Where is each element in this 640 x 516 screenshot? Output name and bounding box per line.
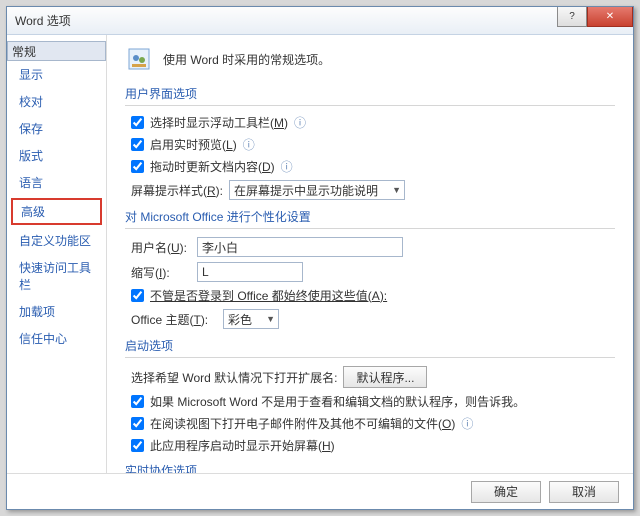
nav-sidebar: 常规显示校对保存版式语言高级自定义功能区快速访问工具栏加载项信任中心 <box>7 35 107 473</box>
initials-input[interactable] <box>197 262 303 282</box>
opt-tipstyle: 屏幕提示样式(R): 在屏幕提示中显示功能说明▼ <box>125 180 615 200</box>
minibar-label: 选择时显示浮动工具栏(M) <box>150 114 288 131</box>
main-panel: 使用 Word 时采用的常规选项。 用户界面选项 选择时显示浮动工具栏(M) ⓘ… <box>107 35 633 473</box>
tipstyle-select[interactable]: 在屏幕提示中显示功能说明▼ <box>229 180 405 200</box>
username-label: 用户名(U): <box>131 239 191 256</box>
row-always: 不管是否登录到 Office 都始终使用这些值(A): <box>125 287 615 304</box>
header-text: 使用 Word 时采用的常规选项。 <box>163 51 330 68</box>
nav-item-5[interactable]: 语言 <box>7 169 106 196</box>
close-button[interactable]: ✕ <box>587 7 633 27</box>
initials-label: 缩写(I): <box>131 264 191 281</box>
tipstyle-label: 屏幕提示样式(R): <box>131 182 223 199</box>
preview-label: 启用实时预览(L) <box>150 136 237 153</box>
nav-item-3[interactable]: 保存 <box>7 115 106 142</box>
section-collab-title: 实时协作选项 <box>125 462 615 473</box>
row-notdefault: 如果 Microsoft Word 不是用于查看和编辑文档的默认程序，则告诉我。 <box>125 393 615 410</box>
opt-minibar: 选择时显示浮动工具栏(M) ⓘ <box>125 114 615 131</box>
always-label: 不管是否登录到 Office 都始终使用这些值(A): <box>150 287 387 304</box>
reading-checkbox[interactable] <box>131 417 144 430</box>
opt-preview: 启用实时预览(L) ⓘ <box>125 136 615 153</box>
theme-select[interactable]: 彩色▼ <box>223 309 279 329</box>
row-theme: Office 主题(T): 彩色▼ <box>125 309 615 329</box>
nav-item-7[interactable]: 自定义功能区 <box>7 227 106 254</box>
minibar-checkbox[interactable] <box>131 116 144 129</box>
help-button[interactable]: ? <box>557 7 587 27</box>
chevron-down-icon: ▼ <box>266 314 275 324</box>
default-programs-button[interactable]: 默认程序... <box>343 366 427 388</box>
info-icon[interactable]: ⓘ <box>461 415 473 432</box>
nav-item-9[interactable]: 加载项 <box>7 298 106 325</box>
preview-checkbox[interactable] <box>131 138 144 151</box>
section-startup: 启动选项 选择希望 Word 默认情况下打开扩展名: 默认程序... 如果 Mi… <box>125 337 615 454</box>
startscreen-checkbox[interactable] <box>131 439 144 452</box>
drag-checkbox[interactable] <box>131 160 144 173</box>
section-ui-title: 用户界面选项 <box>125 85 615 106</box>
section-collab: 实时协作选项 当与其他人合作时，我想自动共享我的更改: 询问我▼ 在状态标志上显… <box>125 462 615 473</box>
row-startscreen: 此应用程序启动时显示开始屏幕(H) <box>125 437 615 454</box>
info-icon[interactable]: ⓘ <box>294 114 306 131</box>
row-initials: 缩写(I): <box>125 262 615 282</box>
cancel-button[interactable]: 取消 <box>549 481 619 503</box>
startscreen-label: 此应用程序启动时显示开始屏幕(H) <box>150 437 335 454</box>
nav-item-6[interactable]: 高级 <box>11 198 102 225</box>
reading-label: 在阅读视图下打开电子邮件附件及其他不可编辑的文件(O) <box>150 415 455 432</box>
section-pers-title: 对 Microsoft Office 进行个性化设置 <box>125 208 615 229</box>
options-dialog: Word 选项 ? ✕ 常规显示校对保存版式语言高级自定义功能区快速访问工具栏加… <box>6 6 634 510</box>
nav-item-0[interactable]: 常规 <box>7 41 106 61</box>
row-username: 用户名(U): <box>125 237 615 257</box>
always-checkbox[interactable] <box>131 289 144 302</box>
drag-label: 拖动时更新文档内容(D) <box>150 158 275 175</box>
opt-drag: 拖动时更新文档内容(D) ⓘ <box>125 158 615 175</box>
theme-label: Office 主题(T): <box>131 311 217 328</box>
notdefault-label: 如果 Microsoft Word 不是用于查看和编辑文档的默认程序，则告诉我。 <box>150 393 525 410</box>
ok-button[interactable]: 确定 <box>471 481 541 503</box>
window-title: Word 选项 <box>15 12 71 29</box>
row-reading: 在阅读视图下打开电子邮件附件及其他不可编辑的文件(O) ⓘ <box>125 415 615 432</box>
header-icon <box>125 45 153 73</box>
section-ui: 用户界面选项 选择时显示浮动工具栏(M) ⓘ 启用实时预览(L) ⓘ 拖动时更新… <box>125 85 615 200</box>
titlebar: Word 选项 ? ✕ <box>7 7 633 35</box>
chevron-down-icon: ▼ <box>392 185 401 195</box>
nav-item-2[interactable]: 校对 <box>7 88 106 115</box>
notdefault-checkbox[interactable] <box>131 395 144 408</box>
username-input[interactable] <box>197 237 403 257</box>
row-ext: 选择希望 Word 默认情况下打开扩展名: 默认程序... <box>125 366 615 388</box>
header: 使用 Word 时采用的常规选项。 <box>125 45 615 73</box>
info-icon[interactable]: ⓘ <box>243 136 255 153</box>
dialog-body: 常规显示校对保存版式语言高级自定义功能区快速访问工具栏加载项信任中心 使用 Wo… <box>7 35 633 473</box>
info-icon[interactable]: ⓘ <box>281 158 293 175</box>
nav-item-10[interactable]: 信任中心 <box>7 325 106 352</box>
nav-item-1[interactable]: 显示 <box>7 61 106 88</box>
nav-item-8[interactable]: 快速访问工具栏 <box>7 254 106 298</box>
dialog-footer: 确定 取消 <box>7 473 633 509</box>
ext-label: 选择希望 Word 默认情况下打开扩展名: <box>131 369 337 386</box>
window-buttons: ? ✕ <box>557 7 633 27</box>
nav-item-4[interactable]: 版式 <box>7 142 106 169</box>
section-start-title: 启动选项 <box>125 337 615 358</box>
section-personalize: 对 Microsoft Office 进行个性化设置 用户名(U): 缩写(I)… <box>125 208 615 329</box>
